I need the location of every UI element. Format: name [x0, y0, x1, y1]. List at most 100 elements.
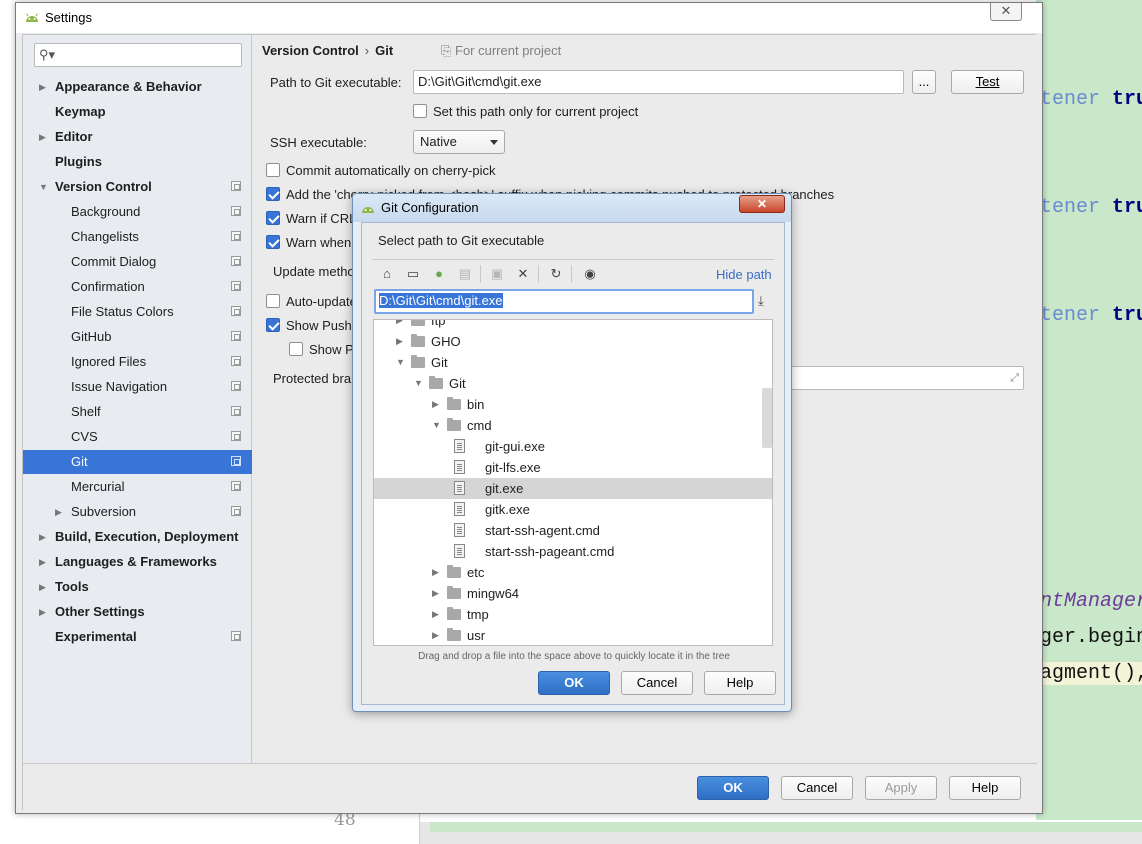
sidebar-item-appearance-behavior[interactable]: ▶ Appearance & Behavior	[23, 75, 252, 99]
sidebar-item-ignored-files[interactable]: Ignored Files	[23, 350, 252, 374]
sidebar-item-other-settings[interactable]: ▶ Other Settings	[23, 600, 252, 624]
sidebar-item-experimental[interactable]: Experimental	[23, 625, 252, 649]
browse-button[interactable]: ...	[912, 70, 936, 94]
chevron-down-icon[interactable]: ▼	[39, 175, 48, 199]
chevron-down-icon[interactable]: ▼	[432, 415, 441, 436]
tree-file-row[interactable]: start-ssh-agent.cmd	[374, 520, 772, 541]
sidebar-item-changelists[interactable]: Changelists	[23, 225, 252, 249]
chevron-right-icon[interactable]: ▶	[39, 575, 46, 599]
tree-file-row[interactable]: git.exe	[374, 478, 772, 499]
chevron-right-icon[interactable]: ▶	[432, 583, 439, 604]
tree-item-label: gitk.exe	[485, 502, 530, 517]
sidebar-item-cvs[interactable]: CVS	[23, 425, 252, 449]
path-input[interactable]: D:\Git\Git\cmd\git.exe	[374, 289, 754, 314]
sidebar-item-subversion[interactable]: ▶ Subversion	[23, 500, 252, 524]
warn-crlf-label: Warn if CRL	[286, 211, 357, 226]
sidebar-item-git[interactable]: Git	[23, 450, 252, 474]
sidebar-item-label: Shelf	[71, 404, 101, 419]
desktop-icon[interactable]: ▭	[404, 265, 422, 283]
sidebar-item-plugins[interactable]: Plugins	[23, 150, 252, 174]
show-push-checkbox[interactable]	[266, 318, 280, 332]
delete-icon[interactable]: ✕	[514, 265, 532, 283]
home-icon[interactable]: ⌂	[378, 265, 396, 283]
show-push-protected-checkbox[interactable]	[289, 342, 303, 356]
scrollbar[interactable]	[762, 388, 772, 448]
android-icon[interactable]: ●	[430, 265, 448, 283]
sidebar-item-build-execution-deployment[interactable]: ▶ Build, Execution, Deployment	[23, 525, 252, 549]
sidebar-item-tools[interactable]: ▶ Tools	[23, 575, 252, 599]
expand-icon[interactable]: ⤢	[1010, 367, 1019, 389]
tree-file-row[interactable]: git-gui.exe	[374, 436, 772, 457]
tree-folder-row[interactable]: ▶ mingw64	[374, 583, 772, 604]
warn-when-checkbox[interactable]	[266, 235, 280, 249]
sidebar-item-mercurial[interactable]: Mercurial	[23, 475, 252, 499]
project-icon[interactable]: ▤	[456, 265, 474, 283]
chevron-right-icon[interactable]: ▶	[432, 625, 439, 645]
add-cherry-suffix-checkbox[interactable]	[266, 187, 280, 201]
git-path-input[interactable]: D:\Git\Git\cmd\git.exe	[413, 70, 904, 94]
sidebar-item-label: Mercurial	[71, 479, 125, 494]
chevron-right-icon[interactable]: ▶	[39, 125, 46, 149]
dialog-cancel-button[interactable]: Cancel	[621, 671, 693, 695]
sidebar-item-file-status-colors[interactable]: File Status Colors	[23, 300, 252, 324]
sidebar-item-editor[interactable]: ▶ Editor	[23, 125, 252, 149]
sidebar-item-version-control[interactable]: ▼ Version Control	[23, 175, 252, 199]
chevron-right-icon[interactable]: ▶	[396, 320, 403, 331]
tree-folder-row[interactable]: ▶ ftp	[374, 320, 772, 331]
tree-folder-row[interactable]: ▶ etc	[374, 562, 772, 583]
chevron-right-icon[interactable]: ▶	[432, 394, 439, 415]
ssh-select[interactable]: Native	[413, 130, 505, 154]
new-folder-icon[interactable]: ▣	[488, 265, 506, 283]
warn-when-label: Warn when	[286, 235, 352, 250]
sidebar-item-background[interactable]: Background	[23, 200, 252, 224]
only-current-project-checkbox[interactable]	[413, 104, 427, 118]
tree-folder-row[interactable]: ▶ tmp	[374, 604, 772, 625]
tree-folder-row[interactable]: ▼ cmd	[374, 415, 772, 436]
chevron-down-icon[interactable]: ▼	[414, 373, 423, 394]
chevron-right-icon[interactable]: ▶	[396, 331, 403, 352]
chevron-right-icon[interactable]: ▶	[39, 600, 46, 624]
sidebar-item-issue-navigation[interactable]: Issue Navigation	[23, 375, 252, 399]
hide-path-link[interactable]: Hide path	[716, 267, 772, 282]
auto-update-checkbox[interactable]	[266, 294, 280, 308]
tree-folder-row[interactable]: ▶ GHO	[374, 331, 772, 352]
commit-auto-checkbox[interactable]	[266, 163, 280, 177]
sidebar-item-languages-frameworks[interactable]: ▶ Languages & Frameworks	[23, 550, 252, 574]
breadcrumb-item[interactable]: Version Control	[262, 43, 359, 58]
tree-folder-row[interactable]: ▼ Git	[374, 373, 772, 394]
ok-button[interactable]: OK	[697, 776, 769, 800]
chevron-right-icon[interactable]: ▶	[432, 604, 439, 625]
dialog-close-button[interactable]: ✕	[739, 195, 785, 213]
tree-folder-row[interactable]: ▶ bin	[374, 394, 772, 415]
sidebar-item-shelf[interactable]: Shelf	[23, 400, 252, 424]
tree-file-row[interactable]: start-ssh-pageant.cmd	[374, 541, 772, 562]
apply-button[interactable]: Apply	[865, 776, 937, 800]
warn-crlf-checkbox[interactable]	[266, 211, 280, 225]
dialog-help-button[interactable]: Help	[704, 671, 776, 695]
chevron-right-icon[interactable]: ▶	[55, 500, 62, 524]
search-input[interactable]: ⚲▾	[34, 43, 242, 67]
chevron-right-icon[interactable]: ▶	[39, 75, 46, 99]
cancel-button[interactable]: Cancel	[781, 776, 853, 800]
chevron-right-icon[interactable]: ▶	[432, 562, 439, 583]
help-button[interactable]: Help	[949, 776, 1021, 800]
test-button[interactable]: Test	[951, 70, 1024, 94]
tree-file-row[interactable]: git-lfs.exe	[374, 457, 772, 478]
download-icon[interactable]: ⤓	[758, 293, 764, 309]
sidebar-item-keymap[interactable]: Keymap	[23, 100, 252, 124]
sidebar-item-confirmation[interactable]: Confirmation	[23, 275, 252, 299]
tree-file-row[interactable]: gitk.exe	[374, 499, 772, 520]
dialog-ok-button[interactable]: OK	[538, 671, 610, 695]
chevron-right-icon[interactable]: ▶	[39, 550, 46, 574]
chevron-right-icon[interactable]: ▶	[39, 525, 46, 549]
close-button[interactable]: ✕	[990, 3, 1022, 21]
sidebar-item-commit-dialog[interactable]: Commit Dialog	[23, 250, 252, 274]
tree-item-label: Git	[431, 355, 448, 370]
tree-folder-row[interactable]: ▼ Git	[374, 352, 772, 373]
chevron-down-icon[interactable]: ▼	[396, 352, 405, 373]
file-tree[interactable]: ▶ ftp ▶ GHO ▼ Git ▼ Git ▶ bin ▼ cmd git-gui.exe git-l…	[373, 319, 773, 646]
show-hidden-icon[interactable]: ◉	[581, 265, 599, 283]
tree-folder-row[interactable]: ▶ usr	[374, 625, 772, 645]
sidebar-item-github[interactable]: GitHub	[23, 325, 252, 349]
refresh-icon[interactable]: ↻	[547, 265, 565, 283]
